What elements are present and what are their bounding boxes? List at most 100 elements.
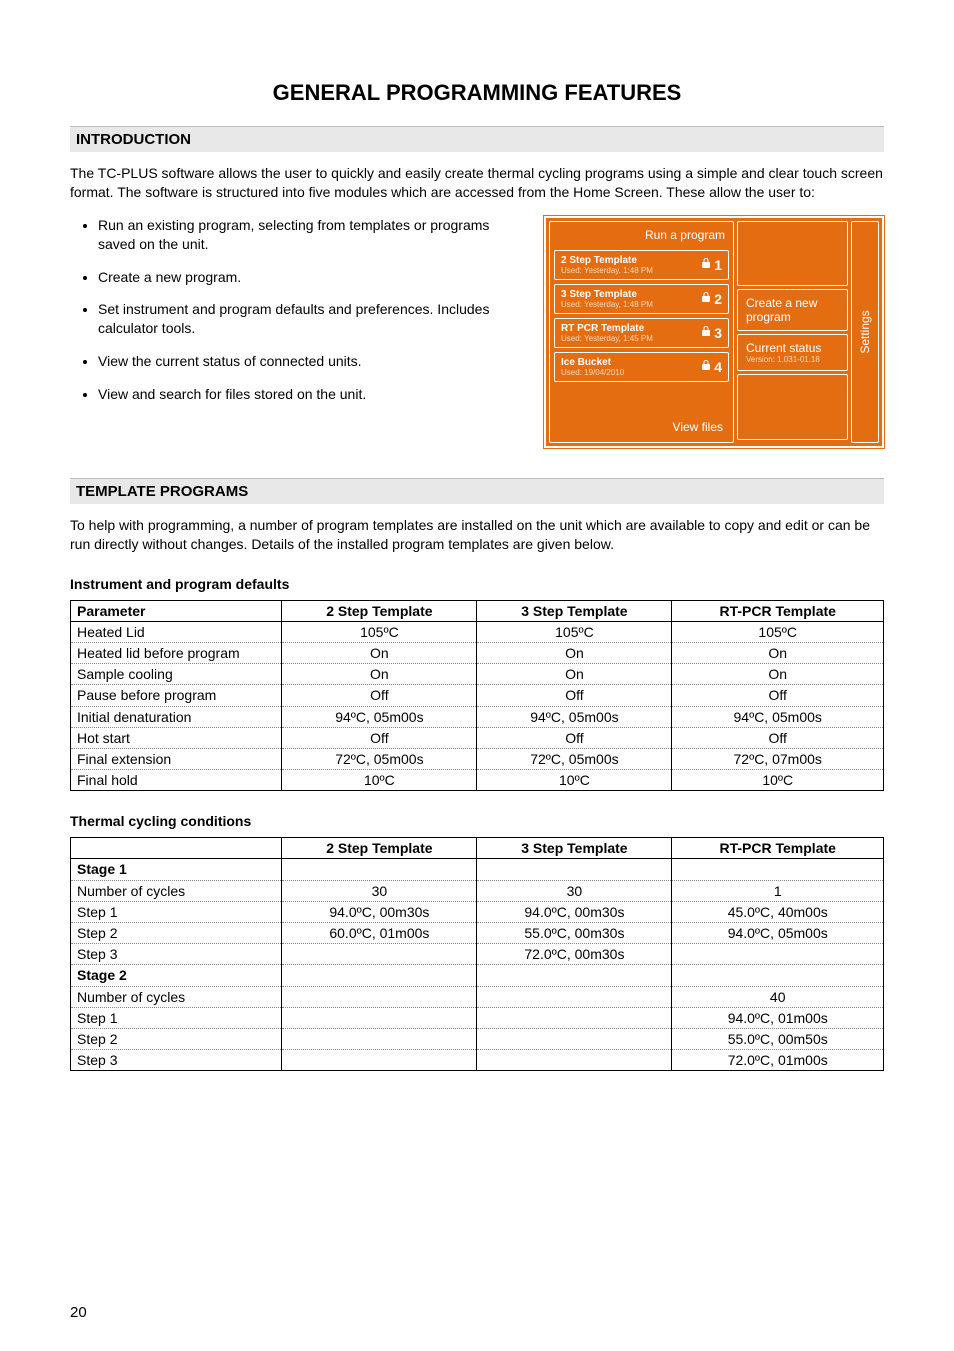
table-row-label: Number of cycles (71, 986, 282, 1007)
create-program-button[interactable]: Create a new program (737, 289, 848, 331)
table-cell (282, 1028, 477, 1049)
template-used: Used: Yesterday, 1:48 PM (561, 300, 653, 309)
table-header: 3 Step Template (477, 600, 672, 621)
table-cell: 72ºC, 05m00s (477, 748, 672, 769)
table-cell: On (477, 664, 672, 685)
table-cell: Off (672, 727, 884, 748)
table-row: Stage 1 (71, 859, 884, 880)
table-row-label: Sample cooling (71, 664, 282, 685)
blank-panel (737, 221, 848, 287)
template-name: RT PCR Template (561, 323, 653, 334)
table-row-label: Initial denaturation (71, 706, 282, 727)
table-row: Heated Lid105ºC105ºC105ºC (71, 621, 884, 642)
table-cell: 72ºC, 07m00s (672, 748, 884, 769)
template-used: Used: Yesterday, 1:48 PM (561, 266, 653, 275)
intro-bullet: View and search for files stored on the … (98, 385, 524, 404)
template-row[interactable]: 2 Step Template Used: Yesterday, 1:48 PM… (554, 250, 729, 280)
table-cell: 94.0ºC, 00m30s (282, 901, 477, 922)
template-used: Used: 19/04/2010 (561, 368, 624, 377)
table-header: 3 Step Template (477, 838, 672, 859)
table-row: Sample coolingOnOnOn (71, 664, 884, 685)
view-files-button[interactable]: View files (550, 412, 733, 442)
cycling-subheading: Thermal cycling conditions (70, 813, 884, 829)
intro-paragraph: The TC-PLUS software allows the user to … (70, 164, 884, 202)
table-cell (282, 859, 477, 880)
table-cell: On (477, 642, 672, 663)
template-row[interactable]: 3 Step Template Used: Yesterday, 1:48 PM… (554, 284, 729, 314)
table-cell: 94ºC, 05m00s (282, 706, 477, 727)
page-title: GENERAL PROGRAMMING FEATURES (70, 80, 884, 106)
table-cell: Off (282, 685, 477, 706)
table-row: Pause before programOffOffOff (71, 685, 884, 706)
table-cell: 94ºC, 05m00s (477, 706, 672, 727)
table-cell: 10ºC (282, 770, 477, 791)
table-cell: 105ºC (477, 621, 672, 642)
table-cell: 1 (672, 880, 884, 901)
table-row-label: Hot start (71, 727, 282, 748)
table-cell (282, 965, 477, 986)
intro-bullet: Set instrument and program defaults and … (98, 300, 524, 338)
table-row: Initial denaturation94ºC, 05m00s94ºC, 05… (71, 706, 884, 727)
table-cell: 40 (672, 986, 884, 1007)
table-cell (672, 944, 884, 965)
table-cell: 72.0ºC, 01m00s (672, 1050, 884, 1071)
current-status-button[interactable]: Current status Version: 1.031-01.18 (737, 334, 848, 371)
section-heading-templates: TEMPLATE PROGRAMS (70, 478, 884, 504)
template-row[interactable]: RT PCR Template Used: Yesterday, 1:45 PM… (554, 318, 729, 348)
table-cell: Off (282, 727, 477, 748)
table-header: 2 Step Template (282, 600, 477, 621)
lock-icon (700, 291, 712, 306)
template-name: 2 Step Template (561, 255, 653, 266)
table-row: Final hold10ºC10ºC10ºC (71, 770, 884, 791)
table-row: Step 3 72.0ºC, 01m00s (71, 1050, 884, 1071)
template-name: 3 Step Template (561, 289, 653, 300)
table-row-label: Heated Lid (71, 621, 282, 642)
table-row: Step 194.0ºC, 01m00s (71, 1007, 884, 1028)
table-row: Number of cycles 40 (71, 986, 884, 1007)
table-header: 2 Step Template (282, 838, 477, 859)
table-cell: Off (477, 685, 672, 706)
table-cell (477, 986, 672, 1007)
table-row-label: Step 1 (71, 901, 282, 922)
table-cell (282, 986, 477, 1007)
table-row: Final extension72ºC, 05m00s72ºC, 05m00s7… (71, 748, 884, 769)
table-cell (477, 1007, 672, 1028)
settings-tab[interactable]: Settings (851, 221, 879, 443)
table-row: Step 255.0ºC, 00m50s (71, 1028, 884, 1049)
template-number: 3 (714, 325, 722, 341)
template-number: 2 (714, 291, 722, 307)
table-header: RT-PCR Template (672, 838, 884, 859)
table-header (71, 838, 282, 859)
table-header: Parameter (71, 600, 282, 621)
table-cell: 94.0ºC, 00m30s (477, 901, 672, 922)
table-cell: 10ºC (477, 770, 672, 791)
intro-bullet: Run an existing program, selecting from … (98, 216, 524, 254)
table-row-label: Heated lid before program (71, 642, 282, 663)
intro-bullet-list: Run an existing program, selecting from … (70, 216, 524, 404)
table-cell: 94.0ºC, 05m00s (672, 923, 884, 944)
table-cell: Off (477, 727, 672, 748)
table-row: Step 3 72.0ºC, 00m30s (71, 944, 884, 965)
table-cell: 94.0ºC, 01m00s (672, 1007, 884, 1028)
table-row-label: Step 3 (71, 944, 282, 965)
template-row[interactable]: Ice Bucket Used: 19/04/2010 4 (554, 352, 729, 382)
table-cell (477, 1050, 672, 1071)
table-row-label: Step 2 (71, 1028, 282, 1049)
table-cell: 72.0ºC, 00m30s (477, 944, 672, 965)
table-cell (282, 1007, 477, 1028)
version-label: Version: 1.031-01.18 (746, 355, 839, 364)
table-row-label: Step 3 (71, 1050, 282, 1071)
defaults-table: Parameter2 Step Template3 Step TemplateR… (70, 600, 884, 792)
table-cell (282, 1050, 477, 1071)
lock-icon (700, 359, 712, 374)
table-row: Number of cycles30301 (71, 880, 884, 901)
table-cell: On (672, 664, 884, 685)
table-cell: 94ºC, 05m00s (672, 706, 884, 727)
table-row-label: Step 2 (71, 923, 282, 944)
table-cell: 30 (282, 880, 477, 901)
template-number: 4 (714, 359, 722, 375)
table-cell: On (282, 642, 477, 663)
page-number: 20 (70, 1304, 87, 1321)
table-row: Heated lid before programOnOnOn (71, 642, 884, 663)
table-cell: 55.0ºC, 00m30s (477, 923, 672, 944)
